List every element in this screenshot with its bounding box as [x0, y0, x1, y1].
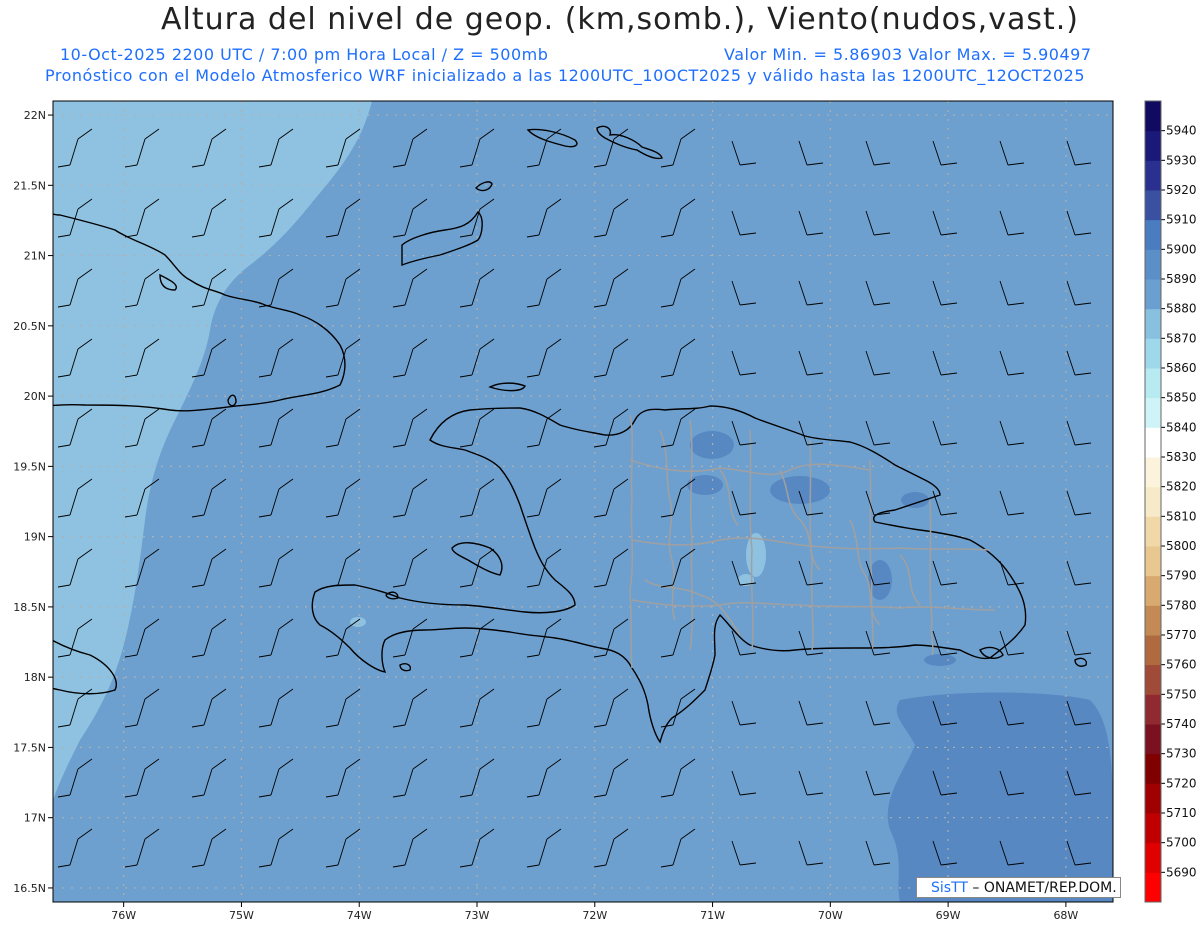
colorbar-swatch	[1145, 842, 1161, 873]
colorbar-swatch	[1145, 575, 1161, 606]
colorbar-swatch	[1145, 338, 1161, 369]
colorbar-swatch	[1145, 457, 1161, 488]
colorbar-label: 5940	[1166, 124, 1197, 138]
field-patch-5890	[687, 475, 723, 495]
colorbar-swatch	[1145, 664, 1161, 695]
colorbar-label: 5700	[1166, 836, 1197, 850]
colorbar-label: 5920	[1166, 183, 1197, 197]
colorbar-label: 5780	[1166, 598, 1197, 612]
field-patch-5890	[770, 476, 830, 504]
lat-tick-label: 18.5N	[13, 601, 46, 614]
lat-tick-label: 16.5N	[13, 882, 46, 895]
colorbar-swatch	[1145, 249, 1161, 280]
lon-tick-label: 73W	[465, 909, 490, 922]
lat-tick-label: 21.5N	[13, 179, 46, 192]
colorbar: 5690 5700 5710 5720 5730 5740 5750 5760 5770 5780…	[1144, 100, 1197, 903]
colorbar-swatch	[1145, 546, 1161, 577]
field-patch-5890	[924, 654, 956, 666]
lat-tick-label: 19N	[24, 531, 46, 544]
colorbar-label: 5830	[1166, 450, 1197, 464]
colorbar-swatch	[1145, 427, 1161, 458]
latitude-axis: 22N 21.5N 21N 20.5N 20N 19.5N 19N 18.5N 18N 17.5N…	[13, 109, 53, 895]
lat-tick-label: 19.5N	[13, 460, 46, 473]
colorbar-label: 5820	[1166, 480, 1197, 494]
lat-tick-label: 20.5N	[13, 320, 46, 333]
colorbar-swatch	[1145, 872, 1161, 903]
lat-tick-label: 17N	[24, 812, 46, 825]
lon-tick-label: 68W	[1053, 909, 1078, 922]
map-canvas: 22N 21.5N 21N 20.5N 20N 19.5N 19N 18.5N 18N 17.5N…	[13, 100, 1197, 922]
colorbar-swatch	[1145, 397, 1161, 428]
colorbar-label: 5900	[1166, 242, 1197, 256]
lat-tick-label: 22N	[24, 109, 46, 122]
colorbar-swatch	[1145, 308, 1161, 339]
colorbar-swatch	[1145, 160, 1161, 191]
colorbar-swatch	[1145, 724, 1161, 755]
lon-tick-label: 75W	[229, 909, 254, 922]
lat-tick-label: 17.5N	[13, 741, 46, 754]
colorbar-label: 5890	[1166, 272, 1197, 286]
colorbar-swatch	[1145, 753, 1161, 784]
colorbar-swatch	[1145, 635, 1161, 666]
colorbar-swatch	[1145, 101, 1161, 132]
credit-badge: SisTT – ONAMET/REP.DOM.	[916, 877, 1121, 898]
colorbar-label: 5870	[1166, 331, 1197, 345]
lon-tick-label: 71W	[700, 909, 725, 922]
lon-tick-label: 70W	[818, 909, 843, 922]
colorbar-swatch	[1145, 368, 1161, 399]
colorbar-label: 5840	[1166, 420, 1197, 434]
colorbar-label: 5800	[1166, 539, 1197, 553]
colorbar-swatch	[1145, 130, 1161, 161]
colorbar-label: 5730	[1166, 747, 1197, 761]
colorbar-swatch	[1145, 279, 1161, 310]
colorbar-swatch	[1145, 486, 1161, 517]
colorbar-label: 5740	[1166, 717, 1197, 731]
colorbar-label: 5760	[1166, 658, 1197, 672]
colorbar-label: 5710	[1166, 806, 1197, 820]
lon-tick-label: 72W	[582, 909, 607, 922]
colorbar-swatch	[1145, 694, 1161, 725]
colorbar-swatch	[1145, 219, 1161, 250]
colorbar-swatch	[1145, 605, 1161, 636]
credit-text: – ONAMET/REP.DOM.	[967, 880, 1117, 896]
field-region-5890-southeast	[887, 692, 1113, 902]
lon-tick-label: 69W	[936, 909, 961, 922]
colorbar-swatch	[1145, 516, 1161, 547]
lat-tick-label: 18N	[24, 671, 46, 684]
colorbar-label: 5930	[1166, 153, 1197, 167]
credit-brand: SisTT	[931, 880, 968, 896]
lon-tick-label: 74W	[347, 909, 372, 922]
colorbar-label: 5850	[1166, 391, 1197, 405]
colorbar-label: 5860	[1166, 361, 1197, 375]
colorbar-swatch	[1145, 783, 1161, 814]
colorbar-label: 5910	[1166, 213, 1197, 227]
colorbar-swatch	[1145, 813, 1161, 844]
colorbar-label: 5750	[1166, 687, 1197, 701]
lat-tick-label: 21N	[24, 250, 46, 263]
field-patch-5870	[220, 224, 244, 256]
map-field	[53, 101, 1113, 902]
colorbar-label: 5690	[1166, 865, 1197, 879]
colorbar-label: 5810	[1166, 509, 1197, 523]
colorbar-label: 5880	[1166, 302, 1197, 316]
lon-tick-label: 76W	[111, 909, 136, 922]
longitude-axis: 76W 75W 74W 73W 72W 71W 70W 69W 68W	[111, 902, 1078, 922]
colorbar-label: 5770	[1166, 628, 1197, 642]
colorbar-swatch	[1145, 190, 1161, 221]
colorbar-label: 5790	[1166, 569, 1197, 583]
colorbar-label: 5720	[1166, 776, 1197, 790]
field-patch-5870	[350, 617, 366, 627]
lat-tick-label: 20N	[24, 390, 46, 403]
